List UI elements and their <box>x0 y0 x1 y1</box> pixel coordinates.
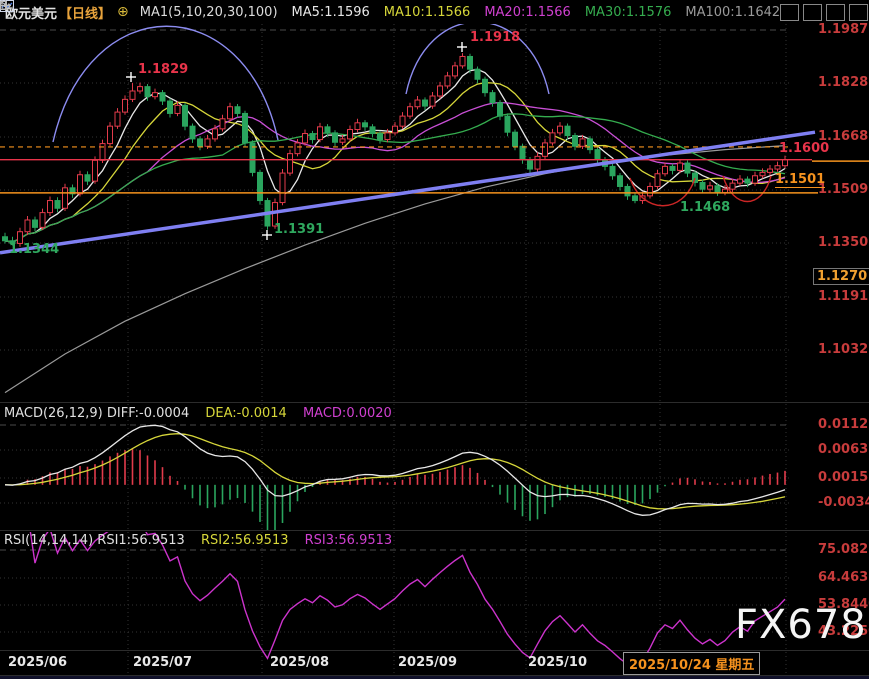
chart-application: 欧元美元 【日线】 ⊕ MA1(5,10,20,30,100) MA5:1.15… <box>0 0 869 679</box>
time-axis-label: 2025/08 <box>270 655 329 670</box>
rsi3-value: RSI3:56.9513 <box>305 533 393 548</box>
price-axis-tick: 1.1191 <box>818 289 868 304</box>
chart-toolbar <box>780 4 868 21</box>
price-axis-tick: 1.1987 <box>818 22 868 37</box>
time-axis-label: 2025/10 <box>528 655 587 670</box>
time-axis-label: 2025/06 <box>8 655 67 670</box>
ma30-legend: MA30:1.1576 <box>585 5 672 20</box>
price-annotation: 1.1391 <box>274 222 324 237</box>
price-annotation: 1.1468 <box>680 200 730 215</box>
fx678-watermark: FX678 <box>735 602 867 648</box>
detach-window-icon[interactable] <box>849 4 868 21</box>
rsi2-value: RSI2:56.9513 <box>201 533 289 548</box>
orange-level-label: 1.1501 <box>775 172 825 188</box>
price-annotation: 1.1918 <box>470 30 520 45</box>
macd-diff-value: DIFF:-0.0004 <box>107 406 189 421</box>
price-axis-tick: 1.1032 <box>818 342 868 357</box>
rsi-legend-row: RSI(14,14,14) RSI1:56.9513 RSI2:56.9513 … <box>4 533 392 548</box>
price-annotation: 1.1829 <box>138 62 188 77</box>
chart-header: 欧元美元 【日线】 ⊕ MA1(5,10,20,30,100) MA5:1.15… <box>0 0 869 24</box>
time-axis-label: 2025/07 <box>133 655 192 670</box>
move-tool-icon[interactable] <box>780 4 799 21</box>
crosshair-date-label: 2025/10/24 星期五 <box>623 652 760 675</box>
macd-title: MACD(26,12,9) DIFF:-0.0004 <box>4 406 189 421</box>
macd-macd-value: MACD:0.0020 <box>303 406 392 421</box>
time-axis-label: 2025/09 <box>398 655 457 670</box>
rsi-axis-tick: 75.0822 <box>818 542 869 557</box>
chart-canvas[interactable] <box>0 0 869 679</box>
rsi1-value: RSI1:56.9513 <box>97 533 185 548</box>
macd-axis-tick: 0.0015 <box>818 470 868 485</box>
macd-dea-value: DEA:-0.0014 <box>205 406 286 421</box>
rsi-axis-tick: 64.4631 <box>818 570 869 585</box>
red-level-label: 1.1600 <box>779 141 829 156</box>
macd-axis-tick: 0.0063 <box>818 442 868 457</box>
ma5-legend: MA5:1.1596 <box>292 5 370 20</box>
price-axis-tick: 1.1350 <box>818 235 868 250</box>
axis-scale-icon[interactable] <box>803 4 822 21</box>
macd-axis-tick: 0.0112 <box>818 417 868 432</box>
axis-pointer-icon[interactable] <box>826 4 845 21</box>
crosshair-price-label: 1.1270 <box>813 268 869 285</box>
macd-axis-tick: -0.0034 <box>818 495 869 510</box>
macd-legend-row: MACD(26,12,9) DIFF:-0.0004 DEA:-0.0014 M… <box>4 406 392 421</box>
rsi-title: RSI(14,14,14) RSI1:56.9513 <box>4 533 185 548</box>
period-label: 【日线】 <box>59 3 111 22</box>
price-annotation: 1.1344 <box>9 242 59 257</box>
ma-settings-label: MA1(5,10,20,30,100) <box>140 5 278 20</box>
circled-plus-icon[interactable]: ⊕ <box>117 4 129 20</box>
ma10-legend: MA10:1.1566 <box>384 5 471 20</box>
ma20-legend: MA20:1.1566 <box>484 5 571 20</box>
price-axis-tick: 1.1828 <box>818 75 868 90</box>
price-axis-tick: 1.1509 <box>818 182 868 197</box>
ma100-legend: MA100:1.1642 <box>685 5 780 20</box>
